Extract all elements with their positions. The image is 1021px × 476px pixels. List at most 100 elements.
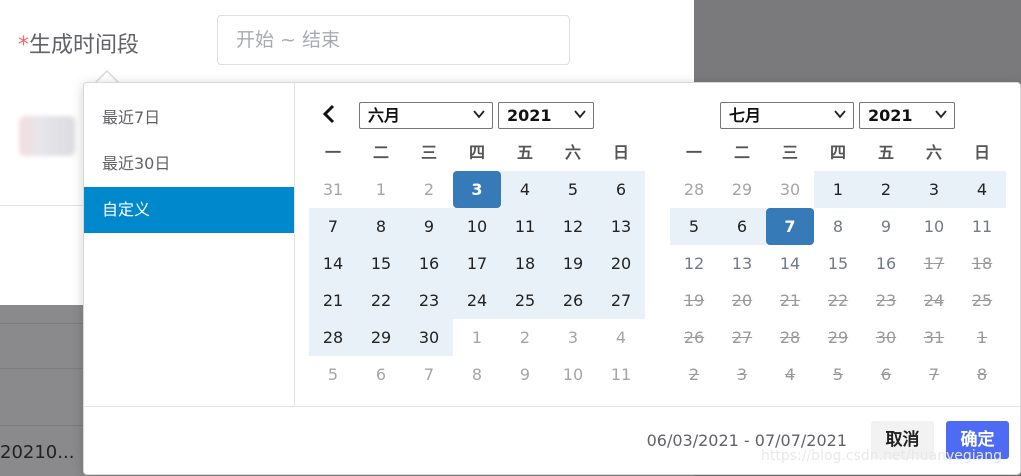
calendar-day[interactable]: 3 (549, 319, 597, 356)
calendar-day[interactable]: 17 (453, 245, 501, 282)
right-month-select[interactable]: 七月 (720, 102, 854, 129)
weekday-header: 三 (420, 143, 437, 162)
calendar-day[interactable]: 12 (670, 245, 718, 282)
picker-footer: 06/03/2021 - 07/07/2021 取消 确定 (84, 406, 1020, 475)
calendar-day[interactable]: 28 (670, 171, 718, 208)
calendar-day[interactable]: 4 (501, 171, 549, 208)
chevron-down-icon (574, 110, 586, 119)
calendar-day: 29 (827, 328, 849, 347)
calendar-day[interactable]: 15 (357, 245, 405, 282)
calendar-day[interactable]: 2 (862, 171, 910, 208)
calendar-day: 18 (971, 254, 993, 273)
calendar-day[interactable]: 2 (405, 171, 453, 208)
calendar-day[interactable]: 19 (549, 245, 597, 282)
calendar-day[interactable]: 11 (597, 356, 645, 393)
calendar-day[interactable]: 9 (862, 208, 910, 245)
calendar-day[interactable]: 7 (405, 356, 453, 393)
calendar-day[interactable]: 30 (766, 171, 814, 208)
calendar-day[interactable]: 16 (405, 245, 453, 282)
shortcut-custom[interactable]: 自定义 (84, 187, 294, 233)
calendar-day[interactable]: 24 (453, 282, 501, 319)
calendar-day[interactable]: 2 (501, 319, 549, 356)
left-month-select[interactable]: 六月 (359, 102, 493, 129)
shortcut-sidebar: 最近7日 最近30日 自定义 (84, 83, 295, 406)
weekday-header: 五 (516, 143, 533, 162)
calendar-day[interactable]: 5 (670, 208, 718, 245)
weekday-header: 一 (324, 143, 341, 162)
form-label: *生成时间段 (18, 27, 139, 59)
calendar-day[interactable]: 14 (309, 245, 357, 282)
weekday-header: 一 (685, 143, 702, 162)
calendar-day[interactable]: 10 (549, 356, 597, 393)
calendar-day[interactable]: 29 (718, 171, 766, 208)
calendar-day: 28 (779, 328, 801, 347)
calendar-day[interactable]: 8 (453, 356, 501, 393)
table-cell: 20210... (0, 442, 75, 463)
calendar-day[interactable]: 6 (357, 356, 405, 393)
divider (0, 205, 84, 206)
calendar-day[interactable]: 23 (405, 282, 453, 319)
calendar-day: 25 (971, 291, 993, 310)
calendar-day[interactable]: 20 (597, 245, 645, 282)
calendar-day[interactable]: 25 (501, 282, 549, 319)
calendar-day[interactable]: 10 (453, 208, 501, 245)
calendar-day[interactable]: 18 (501, 245, 549, 282)
calendar-day[interactable]: 28 (309, 319, 357, 356)
calendar-day[interactable]: 7 (766, 208, 814, 245)
calendar-day: 4 (784, 365, 796, 384)
calendar-day[interactable]: 4 (958, 171, 1006, 208)
calendar-day[interactable]: 22 (357, 282, 405, 319)
calendar-day[interactable]: 6 (597, 171, 645, 208)
weekday-header: 日 (612, 143, 629, 162)
calendar-day[interactable]: 16 (862, 245, 910, 282)
chevron-down-icon (473, 110, 485, 119)
calendar-day[interactable]: 6 (718, 208, 766, 245)
calendar-day[interactable]: 11 (958, 208, 1006, 245)
calendar-day[interactable]: 10 (910, 208, 958, 245)
watermark: https://blog.csdn.net/huanvegiang (761, 448, 1002, 464)
prev-month-icon[interactable] (320, 103, 340, 127)
date-range-input[interactable]: 开始 ~ 结束 (217, 15, 570, 65)
calendar-day[interactable]: 4 (597, 319, 645, 356)
calendar-day: 22 (827, 291, 849, 310)
calendar-day[interactable]: 15 (814, 245, 862, 282)
weekday-header: 三 (781, 143, 798, 162)
calendar-day: 31 (923, 328, 945, 347)
calendar-day: 8 (976, 365, 988, 384)
left-year-select[interactable]: 2021 (498, 102, 594, 129)
right-year-select[interactable]: 2021 (859, 102, 955, 129)
calendar-day[interactable]: 30 (405, 319, 453, 356)
calendar-day[interactable]: 8 (814, 208, 862, 245)
calendar-day[interactable]: 8 (357, 208, 405, 245)
calendar-day: 20 (731, 291, 753, 310)
calendar-day[interactable]: 13 (597, 208, 645, 245)
calendar-day[interactable]: 7 (309, 208, 357, 245)
calendar-day[interactable]: 27 (597, 282, 645, 319)
calendar-day[interactable]: 3 (453, 171, 501, 208)
calendar-day: 24 (923, 291, 945, 310)
calendar-day[interactable]: 1 (814, 171, 862, 208)
calendar-day[interactable]: 1 (453, 319, 501, 356)
calendar-day[interactable]: 14 (766, 245, 814, 282)
calendar-day[interactable]: 3 (910, 171, 958, 208)
calendar-day[interactable]: 26 (549, 282, 597, 319)
calendar-day[interactable]: 9 (405, 208, 453, 245)
calendar-day: 26 (683, 328, 705, 347)
calendar-day[interactable]: 31 (309, 171, 357, 208)
calendar-day: 23 (875, 291, 897, 310)
calendar-day[interactable]: 5 (549, 171, 597, 208)
calendar-day[interactable]: 21 (309, 282, 357, 319)
blurred-avatar (19, 116, 75, 156)
left-month-value: 六月 (368, 106, 401, 125)
calendar-day[interactable]: 1 (357, 171, 405, 208)
calendar-day[interactable]: 13 (718, 245, 766, 282)
calendar-day[interactable]: 9 (501, 356, 549, 393)
calendar-day[interactable]: 12 (549, 208, 597, 245)
shortcut-last-7-days[interactable]: 最近7日 (84, 95, 294, 141)
calendar-day: 1 (976, 328, 988, 347)
calendar-day[interactable]: 29 (357, 319, 405, 356)
calendar-day[interactable]: 5 (309, 356, 357, 393)
shortcut-last-30-days[interactable]: 最近30日 (84, 141, 294, 187)
calendar-day[interactable]: 11 (501, 208, 549, 245)
calendar-day: 17 (923, 254, 945, 273)
